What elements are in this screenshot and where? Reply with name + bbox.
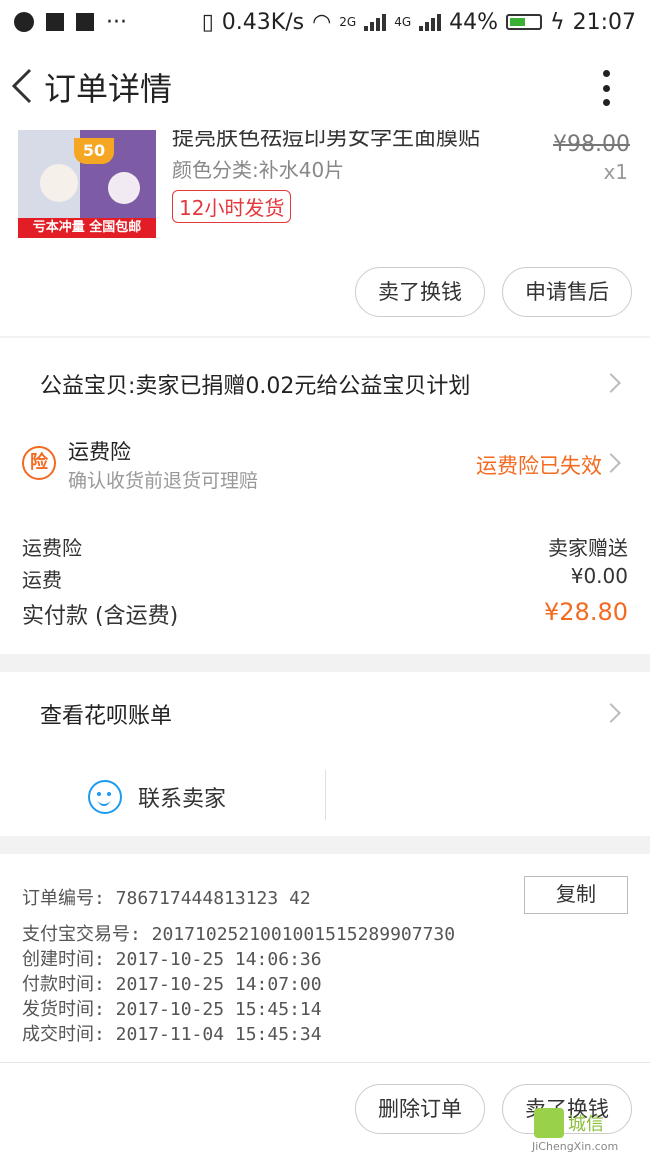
nav-bar: 订单详情 <box>0 44 650 130</box>
product-image-label: 亏本冲量 全国包邮 <box>18 218 156 238</box>
product-badge: 50 <box>74 138 114 164</box>
shipping-tag: 12小时发货 <box>172 190 292 223</box>
fee-value: 卖家赠送 <box>548 536 628 560</box>
fee-label: 运费 <box>22 568 62 592</box>
insurance-subtitle: 确认收货前退货可理赔 <box>68 470 259 492</box>
original-price: ¥98.00 <box>553 132 630 157</box>
watermark-text: 城信 <box>568 1114 604 1135</box>
wifi-icon: ◠ <box>312 9 332 35</box>
product-image[interactable]: 50 亏本冲量 全国包邮 <box>18 130 156 238</box>
shipping-fee-row: 运费 ¥0.00 <box>22 564 628 593</box>
image-notification-icon <box>46 13 64 31</box>
paid-time: 付款时间: 2017-10-25 14:07:00 <box>22 974 322 995</box>
after-sale-button[interactable]: 申请售后 <box>502 267 632 317</box>
battery-icon <box>506 14 543 30</box>
completed-time: 成交时间: 2017-11-04 15:45:34 <box>22 1024 322 1045</box>
contact-seller-button[interactable]: 联系卖家 <box>88 780 226 814</box>
app-notification-icon <box>14 12 34 32</box>
order-summary-card: 公益宝贝:卖家已捐赠0.02元给公益宝贝计划 险 运费险 确认收货前退货可理赔 … <box>0 338 650 654</box>
fee-value: ¥0.00 <box>570 564 628 588</box>
battery-percent: 44% <box>449 9 499 35</box>
insurance-status: 运费险已失效 <box>476 454 602 478</box>
chat-icon <box>88 780 122 814</box>
product-card[interactable]: 50 亏本冲量 全国包邮 提亮肤色祛痘印男女学生面膜贴 颜色分类:补水40片 1… <box>0 130 650 336</box>
charging-icon: ϟ <box>550 9 565 35</box>
insurance-title: 运费险 <box>68 440 131 464</box>
product-spec: 颜色分类:补水40片 <box>172 158 345 182</box>
total-label: 实付款 (含运费) <box>22 604 179 629</box>
app-grid-icon <box>76 13 94 31</box>
watermark: 城信 JiChengXin.com <box>530 1106 648 1154</box>
chevron-right-icon <box>601 453 621 473</box>
huabei-card: 查看花呗账单 联系卖家 <box>0 672 650 836</box>
shipped-time: 发货时间: 2017-10-25 15:45:14 <box>22 999 322 1020</box>
divider <box>0 1062 650 1063</box>
insurance-icon: 险 <box>22 446 56 480</box>
contact-seller-label: 联系卖家 <box>138 787 227 812</box>
total-row: 实付款 (含运费) ¥28.80 <box>22 598 628 630</box>
status-bar: ··· ▯ 0.43K/s ◠ 2G 4G 44% ϟ 21:07 <box>0 0 650 44</box>
signal-icon-2 <box>419 13 442 31</box>
divider <box>325 770 326 820</box>
chevron-right-icon <box>601 373 621 393</box>
huabei-text: 查看花呗账单 <box>40 704 173 729</box>
delete-order-button[interactable]: 删除订单 <box>355 1084 485 1134</box>
watermark-logo-icon <box>534 1108 564 1138</box>
product-name[interactable]: 提亮肤色祛痘印男女学生面膜贴 <box>172 130 502 152</box>
watermark-url: JiChengXin.com <box>532 1140 619 1153</box>
charity-text: 公益宝贝:卖家已捐赠0.02元给公益宝贝计划 <box>40 374 471 399</box>
signal-icon <box>364 13 387 31</box>
network-4g-label: 4G <box>394 15 412 29</box>
order-number: 订单编号: 786717444813123 42 <box>22 888 311 909</box>
vibrate-icon: ▯ <box>201 9 214 35</box>
product-quantity: x1 <box>603 160 628 184</box>
more-menu-icon[interactable] <box>596 70 616 106</box>
alipay-trade-number: 支付宝交易号: 2017102521001001515289907730 <box>22 924 456 945</box>
back-icon[interactable] <box>8 66 36 106</box>
chevron-right-icon <box>601 703 621 723</box>
sell-button[interactable]: 卖了换钱 <box>355 267 485 317</box>
total-value: ¥28.80 <box>544 598 628 626</box>
copy-button[interactable]: 复制 <box>524 876 628 914</box>
net-speed: 0.43K/s <box>221 9 305 35</box>
created-time: 创建时间: 2017-10-25 14:06:36 <box>22 949 322 970</box>
clock: 21:07 <box>572 9 636 35</box>
more-notifications-icon: ··· <box>106 9 127 35</box>
page-title: 订单详情 <box>44 70 173 108</box>
shipping-insurance-row: 运费险 卖家赠送 <box>22 532 628 561</box>
network-2g-label: 2G <box>339 15 357 29</box>
fee-label: 运费险 <box>22 536 82 560</box>
